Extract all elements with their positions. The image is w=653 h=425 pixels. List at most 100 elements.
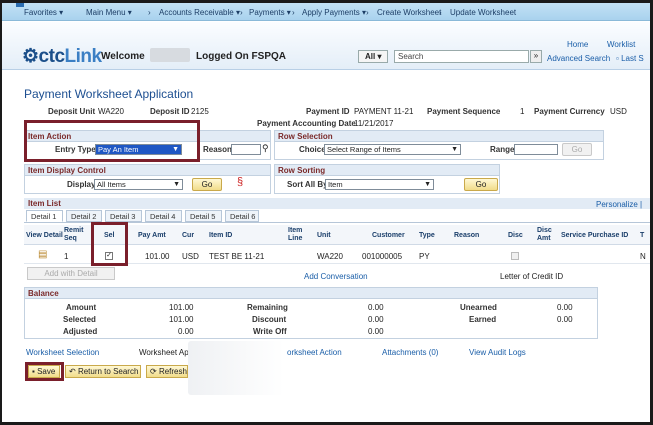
nav-apply-payments[interactable]: Apply Payments ▾ [302,8,366,17]
cell-cur: USD [182,252,199,261]
tab-detail-1[interactable]: Detail 1 [26,210,63,222]
add-with-detail-button[interactable]: Add with Detail [27,267,115,280]
nav-update-worksheet[interactable]: Update Worksheet [450,8,516,17]
remaining-label: Remaining [247,303,288,312]
search-go-button[interactable]: » [530,50,542,63]
earned-label: Earned [469,315,497,324]
reason-input[interactable] [231,144,261,155]
worksheet-action-link[interactable]: orksheet Action [287,348,342,357]
view-audit-logs-link[interactable]: View Audit Logs [469,348,526,357]
tab-detail-6[interactable]: Detail 6 [225,210,259,222]
worksheet-selection-link[interactable]: Worksheet Selection [26,348,99,357]
chevron-right-icon: › [148,8,151,17]
sort-all-by-label: Sort All By [287,180,328,189]
balance-header: Balance [25,288,597,299]
highlight-entry-type [24,120,200,162]
item-list-header-bar: Item List [24,198,650,209]
range-input[interactable] [514,144,558,155]
refresh-icon: ⟳ [150,367,157,376]
col-reason: Reason [454,232,480,239]
search-scope-select[interactable]: All ▾ [358,50,388,63]
deposit-unit-value: WA220 [98,107,124,116]
advanced-search-link[interactable]: Advanced Search [547,54,610,63]
sorting-go-button[interactable]: Go [464,178,498,191]
view-detail-icon[interactable]: ▤ [38,249,47,260]
col-item-id: Item ID [209,232,233,239]
return-to-search-button[interactable]: ↶ Return to Search [65,365,141,378]
cell-pay-amt: 101.00 [145,252,170,261]
tab-detail-2[interactable]: Detail 2 [66,210,102,222]
brand-strip [16,3,24,7]
refresh-button[interactable]: ⟳ Refresh [146,365,188,378]
discount-value: 0.00 [368,315,384,324]
accounting-date-value: 11/21/2017 [354,119,394,128]
row-selection-go-button[interactable]: Go [562,143,592,156]
return-icon: ↶ [69,367,76,376]
nav-create-worksheet[interactable]: Create Worksheet [377,8,441,17]
chevron-down-icon: ▼ [424,181,431,188]
redacted-username [150,48,190,62]
col-cur: Cur [182,232,195,239]
choice-select[interactable]: Select Range of Items ▼ [324,144,461,155]
choice-label: Choice [299,145,326,154]
col-view-detail: View Detail [26,232,63,239]
nav-accounts-receivable[interactable]: Accounts Receivable ▾ [159,8,240,17]
nav-payments[interactable]: Payments ▾ [249,8,291,17]
logged-on-label: Logged On FSPQA [196,51,286,62]
letter-of-credit-label: Letter of Credit ID [500,272,564,281]
item-display-header: Item Display Control [25,165,270,176]
disc-checkbox[interactable] [511,252,519,260]
payment-id-value: PAYMENT 11-21 [354,107,414,116]
nav-main-menu[interactable]: Main Menu ▾ [86,8,132,17]
display-go-button[interactable]: Go [192,178,222,191]
col-type: Type [419,232,435,239]
cell-type: PY [419,252,430,261]
tab-detail-3[interactable]: Detail 3 [105,210,142,222]
chevron-right-icon: › [292,8,295,17]
writeoff-value: 0.00 [368,327,384,336]
selected-value: 101.00 [169,315,194,324]
cell-unit: WA220 [317,252,343,261]
earned-value: 0.00 [557,315,573,324]
home-link[interactable]: Home [567,40,588,49]
tab-detail-5[interactable]: Detail 5 [185,210,222,222]
chevron-right-icon: › [240,8,243,17]
cell-remit-seq: 1 [64,252,69,261]
worklist-link[interactable]: Worklist [607,40,635,49]
adjusted-value: 0.00 [178,327,194,336]
highlight-sel-column [91,222,128,266]
unearned-label: Unearned [460,303,497,312]
last-search-link[interactable]: ▫ Last S [616,54,644,63]
col-disc: Disc [508,232,523,239]
col-item-line: Item Line [288,227,303,242]
row-selection-header: Row Selection [275,131,603,142]
chevron-down-icon: ▼ [173,181,180,188]
search-icon[interactable]: ⚲ [262,143,269,154]
col-unit: Unit [317,232,331,239]
amount-value: 101.00 [169,303,194,312]
page-title: Payment Worksheet Application [24,87,194,101]
add-conversation-link[interactable]: Add Conversation [304,272,368,281]
tab-detail-4[interactable]: Detail 4 [145,210,182,222]
amount-label: Amount [66,303,97,312]
chevron-down-icon: ▾ [377,52,382,61]
search-icon: ▫ [616,54,619,63]
discount-label: Discount [252,315,287,324]
display-select[interactable]: All Items ▼ [94,179,183,190]
range-label: Range [490,145,515,154]
welcome-label: Welcome [101,51,145,62]
redacted-overlay [188,341,284,395]
remaining-value: 0.00 [368,303,384,312]
sort-select[interactable]: Item ▼ [325,179,434,190]
personalize-link[interactable]: Personalize | [596,200,642,209]
col-trailing: T [640,232,645,239]
col-service-purchase-id: Service Purchase ID [561,232,629,239]
currency-toggle-icon[interactable]: § [237,176,243,188]
payment-sequence-label: Payment Sequence [427,107,501,116]
nav-favorites[interactable]: Favorites ▾ [24,8,63,17]
balance-section: Balance [24,287,598,339]
search-input[interactable]: Search [394,50,529,63]
ctclink-logo: ⚙ctcLink [22,46,102,67]
attachments-link[interactable]: Attachments (0) [382,348,438,357]
highlight-save [25,362,64,381]
